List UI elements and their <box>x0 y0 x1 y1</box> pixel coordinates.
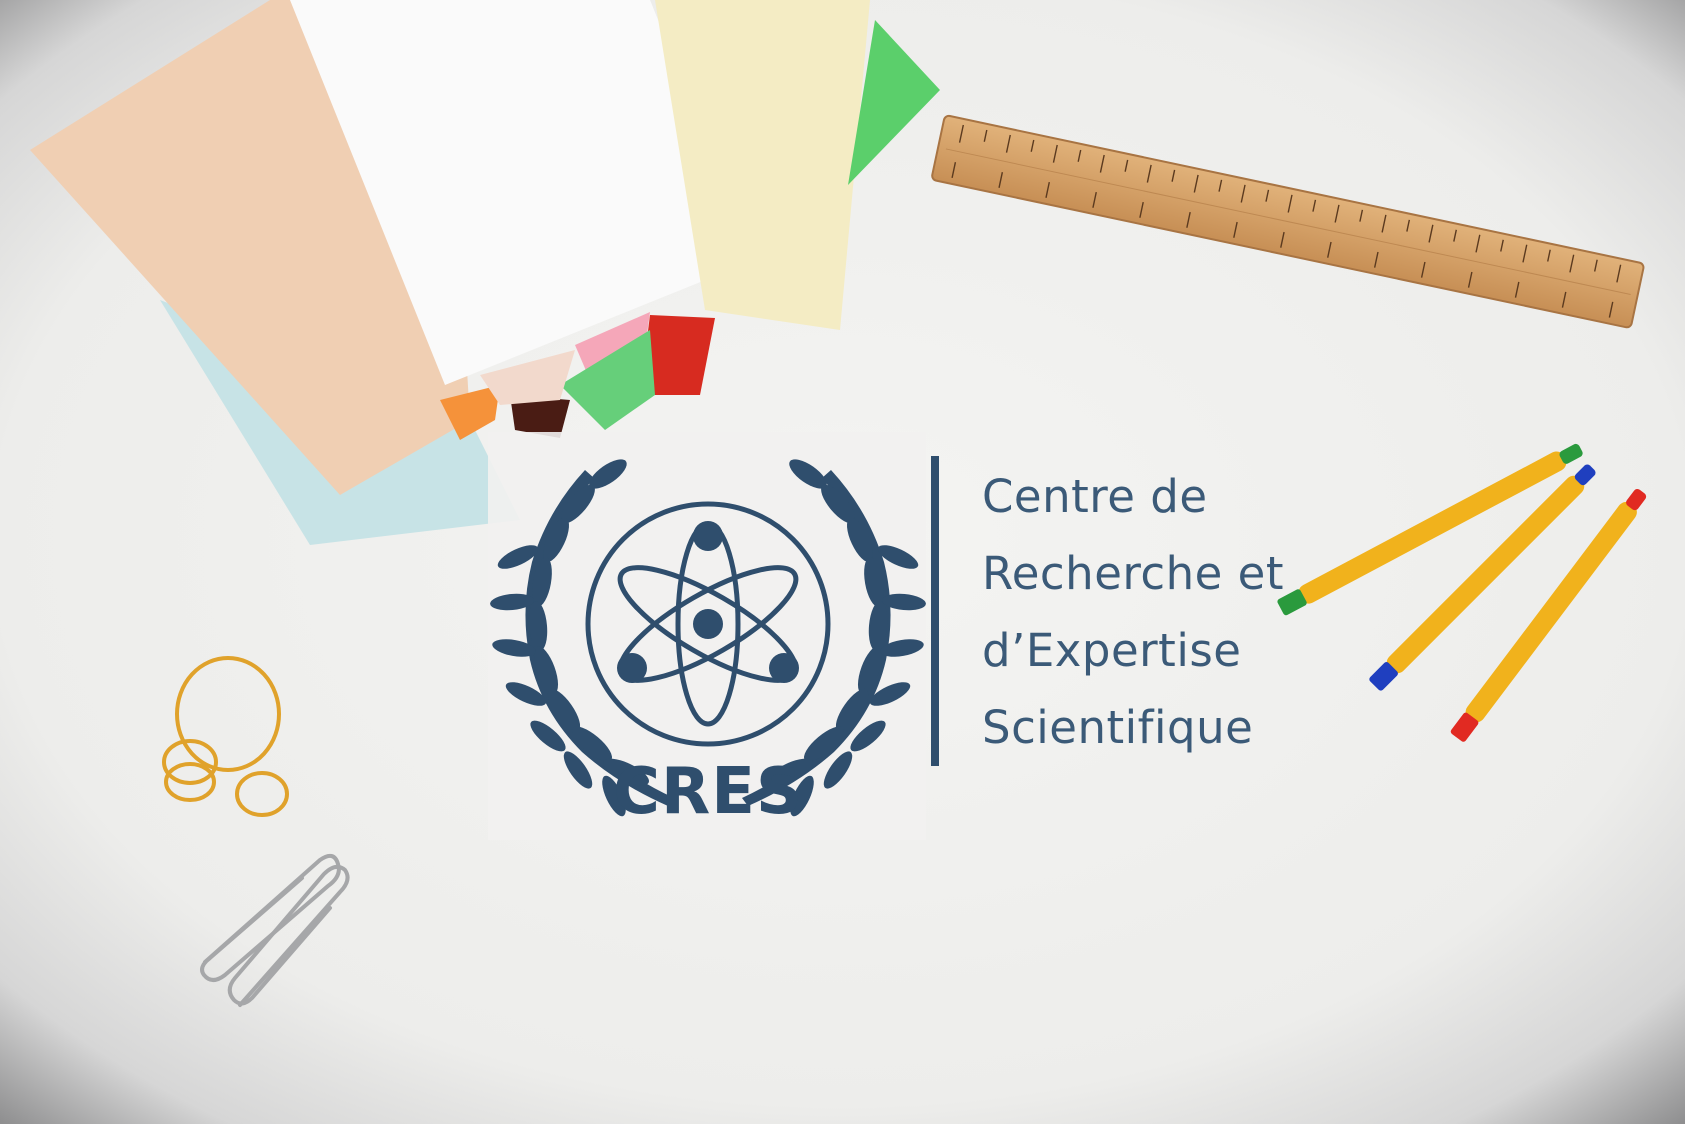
organization-name-line-4: Scientifique <box>982 701 1254 754</box>
organization-name-line-3: d’Expertise <box>982 624 1242 677</box>
organization-name-line-1: Centre de <box>982 470 1208 523</box>
atom-icon <box>585 501 831 747</box>
organization-name-line-2: Recherche et <box>982 547 1284 600</box>
logo-acronym: CRES <box>612 755 804 829</box>
organization-name: Centre de Recherche et d’Expertise Scien… <box>982 458 1362 766</box>
logo-divider <box>931 456 939 766</box>
photo-scene: CRES Centre de Recherche et d’Expertise … <box>0 0 1685 1124</box>
